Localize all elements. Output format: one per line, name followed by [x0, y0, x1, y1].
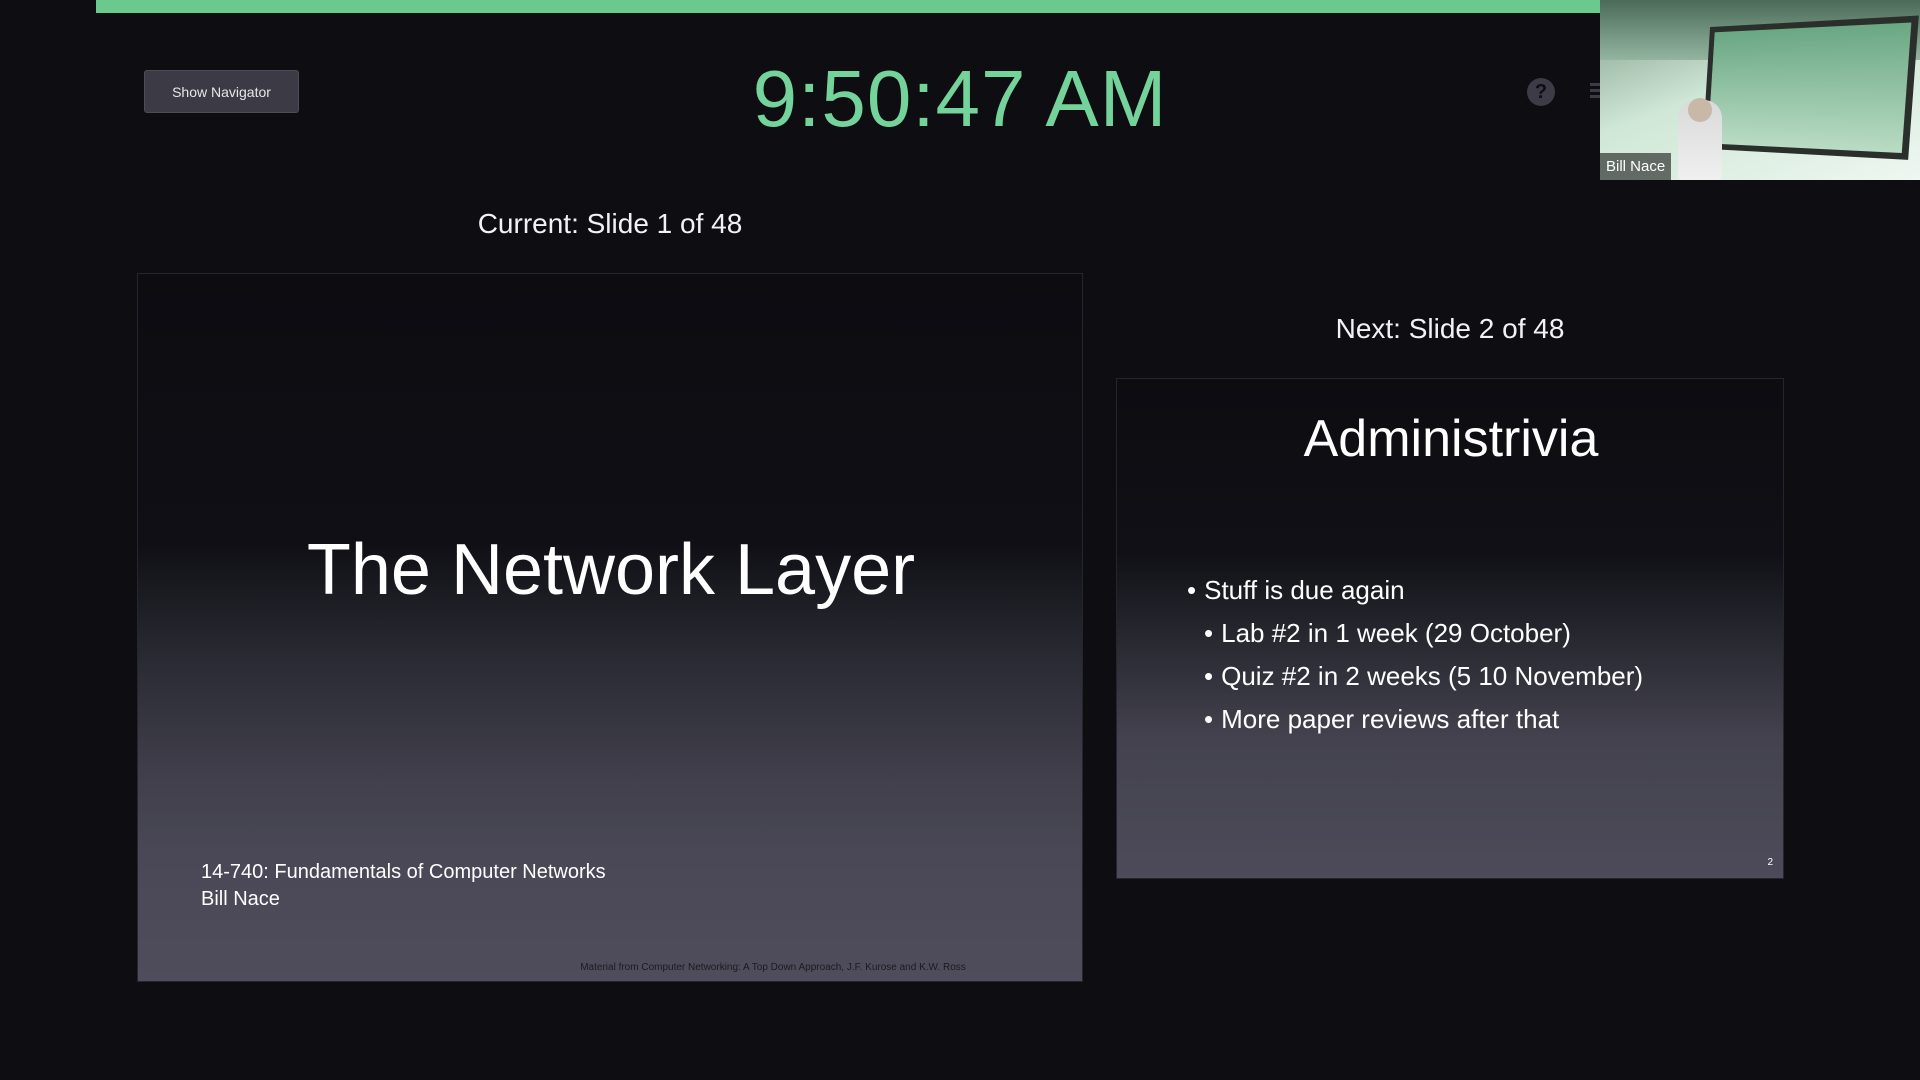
author-line: Bill Nace [201, 888, 280, 910]
slide-progress-bar [96, 0, 1600, 13]
bullet-item: Quiz #2 in 2 weeks (5 10 November) [1187, 655, 1643, 698]
next-slide-preview: Administrivia Stuff is due again Lab #2 … [1116, 378, 1784, 879]
current-slide-byline: 14-740: Fundamentals of Computer Network… [201, 859, 606, 913]
help-icon[interactable]: ? [1527, 78, 1555, 106]
presenter-view: Show Navigator 9:50:47 AM ? Bill Nace Cu… [0, 0, 1920, 1080]
bullet-item: Lab #2 in 1 week (29 October) [1187, 612, 1643, 655]
next-slide-page-number: 2 [1767, 857, 1773, 868]
course-line: 14-740: Fundamentals of Computer Network… [201, 861, 606, 883]
next-slide-title: Administrivia [1303, 410, 1599, 468]
bullet-item: More paper reviews after that [1187, 698, 1643, 741]
current-slide-title: The Network Layer [306, 530, 916, 610]
cam-presenter-head [1688, 98, 1712, 122]
bullet-item: Stuff is due again [1187, 569, 1643, 612]
show-navigator-button[interactable]: Show Navigator [144, 70, 299, 113]
next-slide-bullets: Stuff is due again Lab #2 in 1 week (29 … [1187, 569, 1643, 741]
cam-projection-screen [1702, 15, 1919, 160]
video-participant-name: Bill Nace [1600, 153, 1672, 180]
next-slide-label: Next: Slide 2 of 48 [1335, 313, 1565, 344]
current-slide-preview: The Network Layer 14-740: Fundamentals o… [137, 273, 1083, 982]
current-slide-label: Current: Slide 1 of 48 [477, 208, 743, 239]
slide-progress-fill [96, 0, 1600, 13]
presenter-clock: 9:50:47 AM [752, 54, 1168, 143]
current-slide-credit: Material from Computer Networking: A Top… [580, 962, 966, 973]
